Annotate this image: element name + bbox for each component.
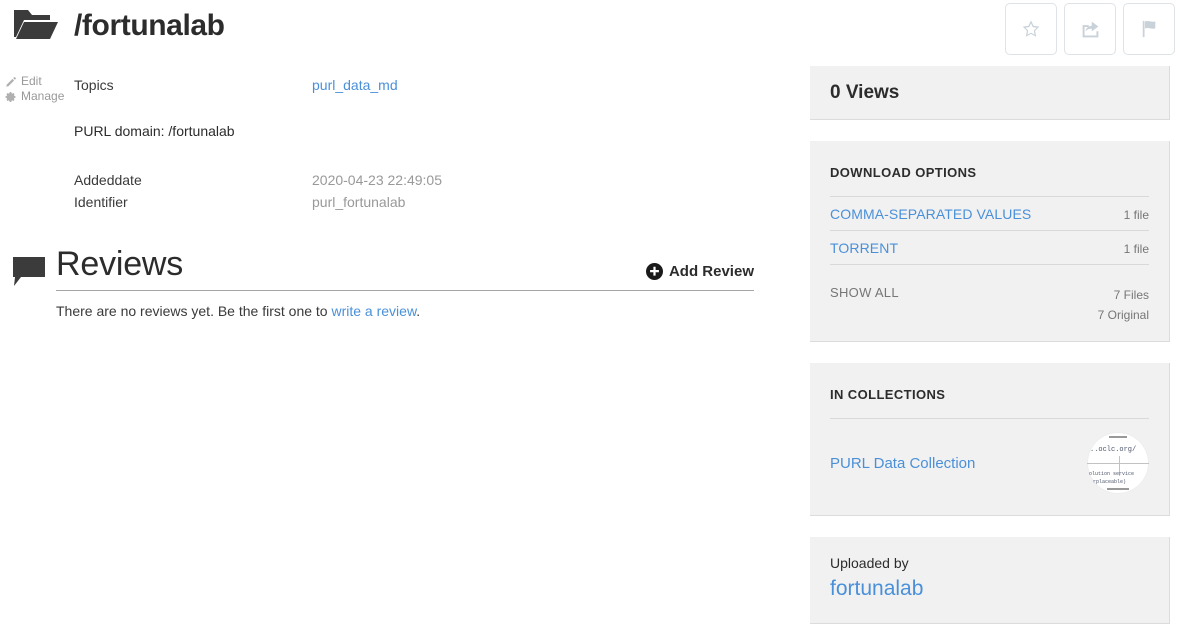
download-option-row: COMMA-SEPARATED VALUES 1 file <box>830 197 1149 231</box>
edit-label: Edit <box>21 74 42 88</box>
thumb-text-service: olution service <box>1089 471 1135 477</box>
download-option-torrent[interactable]: TORRENT <box>830 240 898 256</box>
in-collections-divider <box>830 418 1149 419</box>
download-option-count: 1 file <box>1123 242 1149 256</box>
thumb-text-domain: ..oclc.org/ <box>1090 446 1137 454</box>
total-files: 7 Files <box>1113 288 1149 302</box>
reviews-header: Reviews Add Review There are no reviews … <box>12 244 754 321</box>
thumb-dash-top <box>1109 436 1127 438</box>
collection-link[interactable]: PURL Data Collection <box>830 455 975 472</box>
purl-domain-note: PURL domain: /fortunalab <box>74 123 235 139</box>
item-header: /fortunalab <box>0 0 225 52</box>
plus-circle-icon <box>645 263 663 280</box>
reviews-section: Reviews Add Review There are no reviews … <box>12 244 754 321</box>
metadata-row-addeddate: Addeddate 2020-04-23 22:49:05 <box>74 169 764 191</box>
file-totals: 7 Files 7 Original <box>1098 285 1149 325</box>
uploader-name-link[interactable]: fortunalab <box>830 575 923 603</box>
views-panel: 0 Views <box>810 66 1170 120</box>
add-review-button[interactable]: Add Review <box>645 263 754 280</box>
download-options-panel: DOWNLOAD OPTIONS COMMA-SEPARATED VALUES … <box>810 141 1170 342</box>
metadata-lower-block: Addeddate 2020-04-23 22:49:05 Identifier… <box>74 169 764 213</box>
show-all-link[interactable]: SHOW ALL <box>830 285 899 300</box>
manage-link[interactable]: Manage <box>4 89 70 104</box>
speech-bubble-icon <box>12 244 56 288</box>
metadata-value: 2020-04-23 22:49:05 <box>312 172 442 188</box>
uploader-panel: Uploaded by fortunalab <box>810 537 1170 624</box>
metadata-value: purl_data_md <box>312 74 398 96</box>
uploader-label: Uploaded by <box>830 555 909 571</box>
reviews-empty-suffix: . <box>416 303 421 319</box>
manage-label: Manage <box>21 89 65 103</box>
item-admin-rail: Edit Manage <box>4 74 70 104</box>
reviews-divider <box>56 290 754 291</box>
metadata-row-topics: Topics purl_data_md <box>74 74 764 96</box>
metadata-row-identifier: Identifier purl_fortunalab <box>74 191 764 213</box>
metadata-key: Addeddate <box>74 172 142 188</box>
write-review-link[interactable]: write a review <box>331 303 416 319</box>
reviews-empty-message: There are no reviews yet. Be the first o… <box>56 301 754 321</box>
download-options-list: COMMA-SEPARATED VALUES 1 file TORRENT 1 … <box>830 196 1149 265</box>
reviews-empty-prefix: There are no reviews yet. Be the first o… <box>56 303 332 319</box>
collection-thumbnail[interactable]: ..oclc.org/ olution service rplaceable) <box>1087 432 1149 494</box>
gear-icon <box>4 90 17 103</box>
topic-link[interactable]: purl_data_md <box>312 77 398 93</box>
page-title: /fortunalab <box>74 9 225 42</box>
thumb-dash-bottom <box>1107 488 1129 490</box>
views-count: 0 Views <box>830 81 900 103</box>
item-page: /fortunalab Edit Manage Topics purl_data… <box>0 0 1184 626</box>
open-folder-icon <box>12 6 60 46</box>
in-collections-panel: IN COLLECTIONS PURL Data Collection ..oc… <box>810 363 1170 516</box>
item-metadata: Topics purl_data_md PURL domain: /fortun… <box>74 74 764 213</box>
sidebar: 0 Views DOWNLOAD OPTIONS COMMA-SEPARATED… <box>810 0 1170 624</box>
download-option-count: 1 file <box>1123 208 1149 222</box>
edit-link[interactable]: Edit <box>4 74 70 89</box>
download-option-csv[interactable]: COMMA-SEPARATED VALUES <box>830 206 1031 222</box>
reviews-title-wrap: Reviews Add Review There are no reviews … <box>56 244 754 321</box>
download-options-heading: DOWNLOAD OPTIONS <box>830 165 977 180</box>
show-all-row: SHOW ALL 7 Files 7 Original <box>830 265 1149 325</box>
collection-item: PURL Data Collection ..oclc.org/ olution… <box>830 427 1149 499</box>
total-original: 7 Original <box>1097 308 1149 322</box>
metadata-key: Topics <box>74 77 114 93</box>
add-review-label: Add Review <box>668 263 754 280</box>
metadata-value: purl_fortunalab <box>312 194 406 210</box>
metadata-key: Identifier <box>74 194 128 210</box>
thumb-text-note: rplaceable) <box>1093 479 1127 485</box>
pencil-icon <box>4 75 17 88</box>
thumb-hline <box>1087 463 1149 464</box>
download-option-row: TORRENT 1 file <box>830 231 1149 265</box>
in-collections-heading: IN COLLECTIONS <box>830 387 946 402</box>
